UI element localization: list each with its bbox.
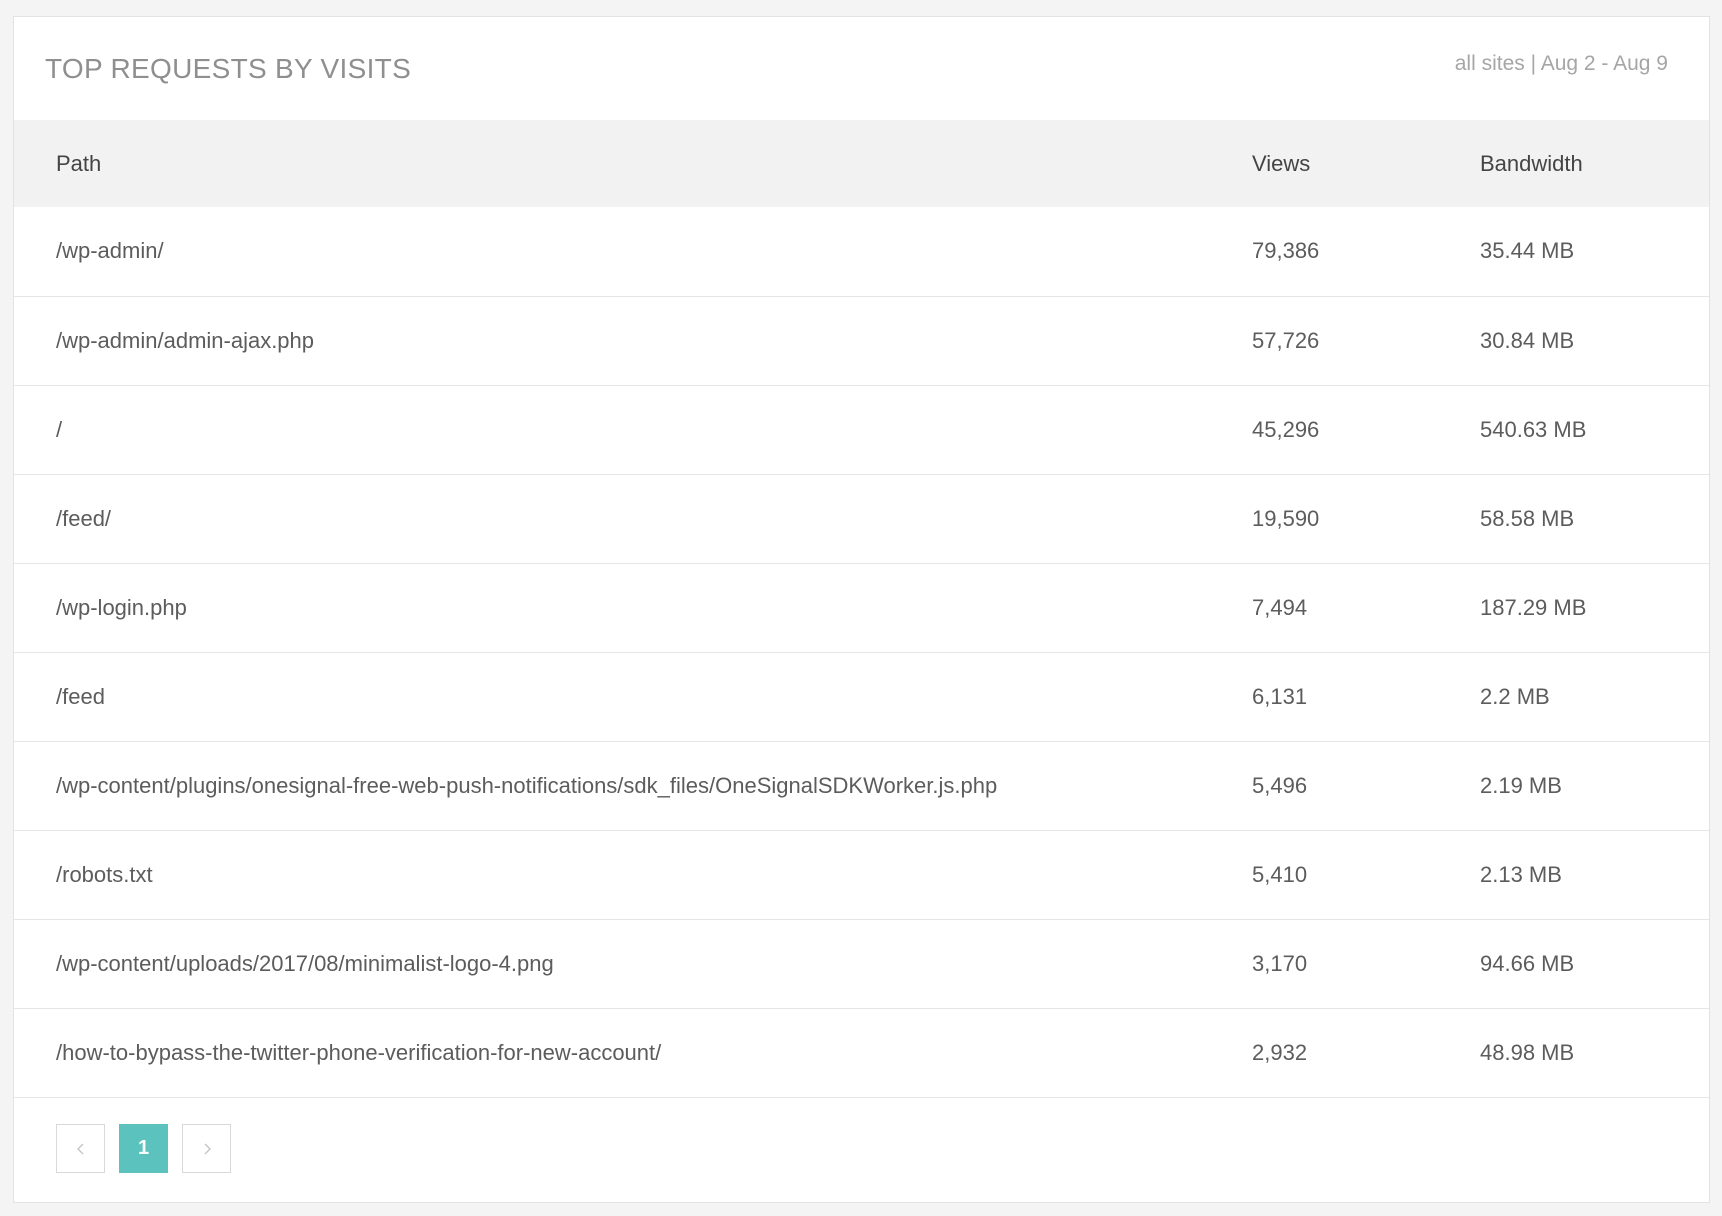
table-row: /feed 6,131 2.2 MB: [14, 652, 1709, 741]
row-bandwidth: 58.58 MB: [1480, 505, 1575, 531]
row-path: /wp-admin/admin-ajax.php: [56, 327, 315, 353]
date-range-label: all sites | Aug 2 - Aug 9: [1454, 52, 1668, 75]
row-path: /feed/: [56, 505, 112, 531]
table-row: /wp-admin/ 79,386 35.44 MB: [14, 207, 1709, 296]
table-row: /wp-admin/admin-ajax.php 57,726 30.84 MB: [14, 296, 1709, 385]
table-row: /wp-content/uploads/2017/08/minimalist-l…: [14, 919, 1709, 1008]
table-header-row: Path Views Bandwidth: [14, 120, 1709, 207]
row-bandwidth: 94.66 MB: [1480, 950, 1575, 976]
row-path: /robots.txt: [56, 861, 153, 887]
row-views: 2,932: [1252, 1039, 1308, 1065]
table-row: /how-to-bypass-the-twitter-phone-verific…: [14, 1008, 1709, 1097]
top-requests-card: TOP REQUESTS BY VISITS all sites | Aug 2…: [13, 16, 1710, 1203]
row-views: 3,170: [1252, 950, 1308, 976]
row-views: 57,726: [1252, 327, 1320, 353]
row-path: /wp-admin/: [56, 238, 164, 264]
chevron-left-icon: [76, 1143, 83, 1154]
row-bandwidth: 35.44 MB: [1480, 238, 1575, 264]
row-path: /wp-content/uploads/2017/08/minimalist-l…: [56, 950, 554, 976]
table-row: /wp-login.php 7,494 187.29 MB: [14, 563, 1709, 652]
row-path: /how-to-bypass-the-twitter-phone-verific…: [56, 1039, 662, 1065]
row-views: 79,386: [1252, 238, 1320, 264]
row-bandwidth: 48.98 MB: [1480, 1039, 1575, 1065]
previous-page-button[interactable]: [56, 1124, 105, 1173]
pagination: 1: [56, 1124, 231, 1173]
column-header-path[interactable]: Path: [14, 120, 1252, 207]
row-path: /: [56, 416, 63, 442]
column-header-views[interactable]: Views: [1252, 120, 1480, 207]
card-title: TOP REQUESTS BY VISITS: [45, 53, 412, 84]
row-views: 5,496: [1252, 772, 1308, 798]
row-path: /feed: [56, 683, 105, 709]
row-bandwidth: 540.63 MB: [1480, 416, 1587, 442]
table-row: / 45,296 540.63 MB: [14, 385, 1709, 474]
requests-table: Path Views Bandwidth /wp-admin/ 79,386 3…: [14, 120, 1709, 1098]
page-button-current[interactable]: 1: [119, 1124, 168, 1173]
row-bandwidth: 2.2 MB: [1480, 683, 1550, 709]
row-bandwidth: 2.19 MB: [1480, 772, 1562, 798]
row-views: 7,494: [1252, 594, 1308, 620]
row-views: 45,296: [1252, 416, 1320, 442]
row-views: 5,410: [1252, 861, 1308, 887]
row-bandwidth: 30.84 MB: [1480, 327, 1575, 353]
row-path: /wp-content/plugins/onesignal-free-web-p…: [56, 772, 998, 798]
column-header-bandwidth[interactable]: Bandwidth: [1480, 120, 1709, 207]
table-row: /feed/ 19,590 58.58 MB: [14, 474, 1709, 563]
table-row: /wp-content/plugins/onesignal-free-web-p…: [14, 741, 1709, 830]
row-views: 19,590: [1252, 505, 1320, 531]
table-row: /robots.txt 5,410 2.13 MB: [14, 830, 1709, 919]
row-bandwidth: 187.29 MB: [1480, 594, 1587, 620]
chevron-right-icon: [204, 1143, 211, 1154]
row-views: 6,131: [1252, 683, 1308, 709]
row-bandwidth: 2.13 MB: [1480, 861, 1562, 887]
row-path: /wp-login.php: [56, 594, 187, 620]
card-header: TOP REQUESTS BY VISITS all sites | Aug 2…: [14, 17, 1709, 120]
next-page-button[interactable]: [182, 1124, 231, 1173]
